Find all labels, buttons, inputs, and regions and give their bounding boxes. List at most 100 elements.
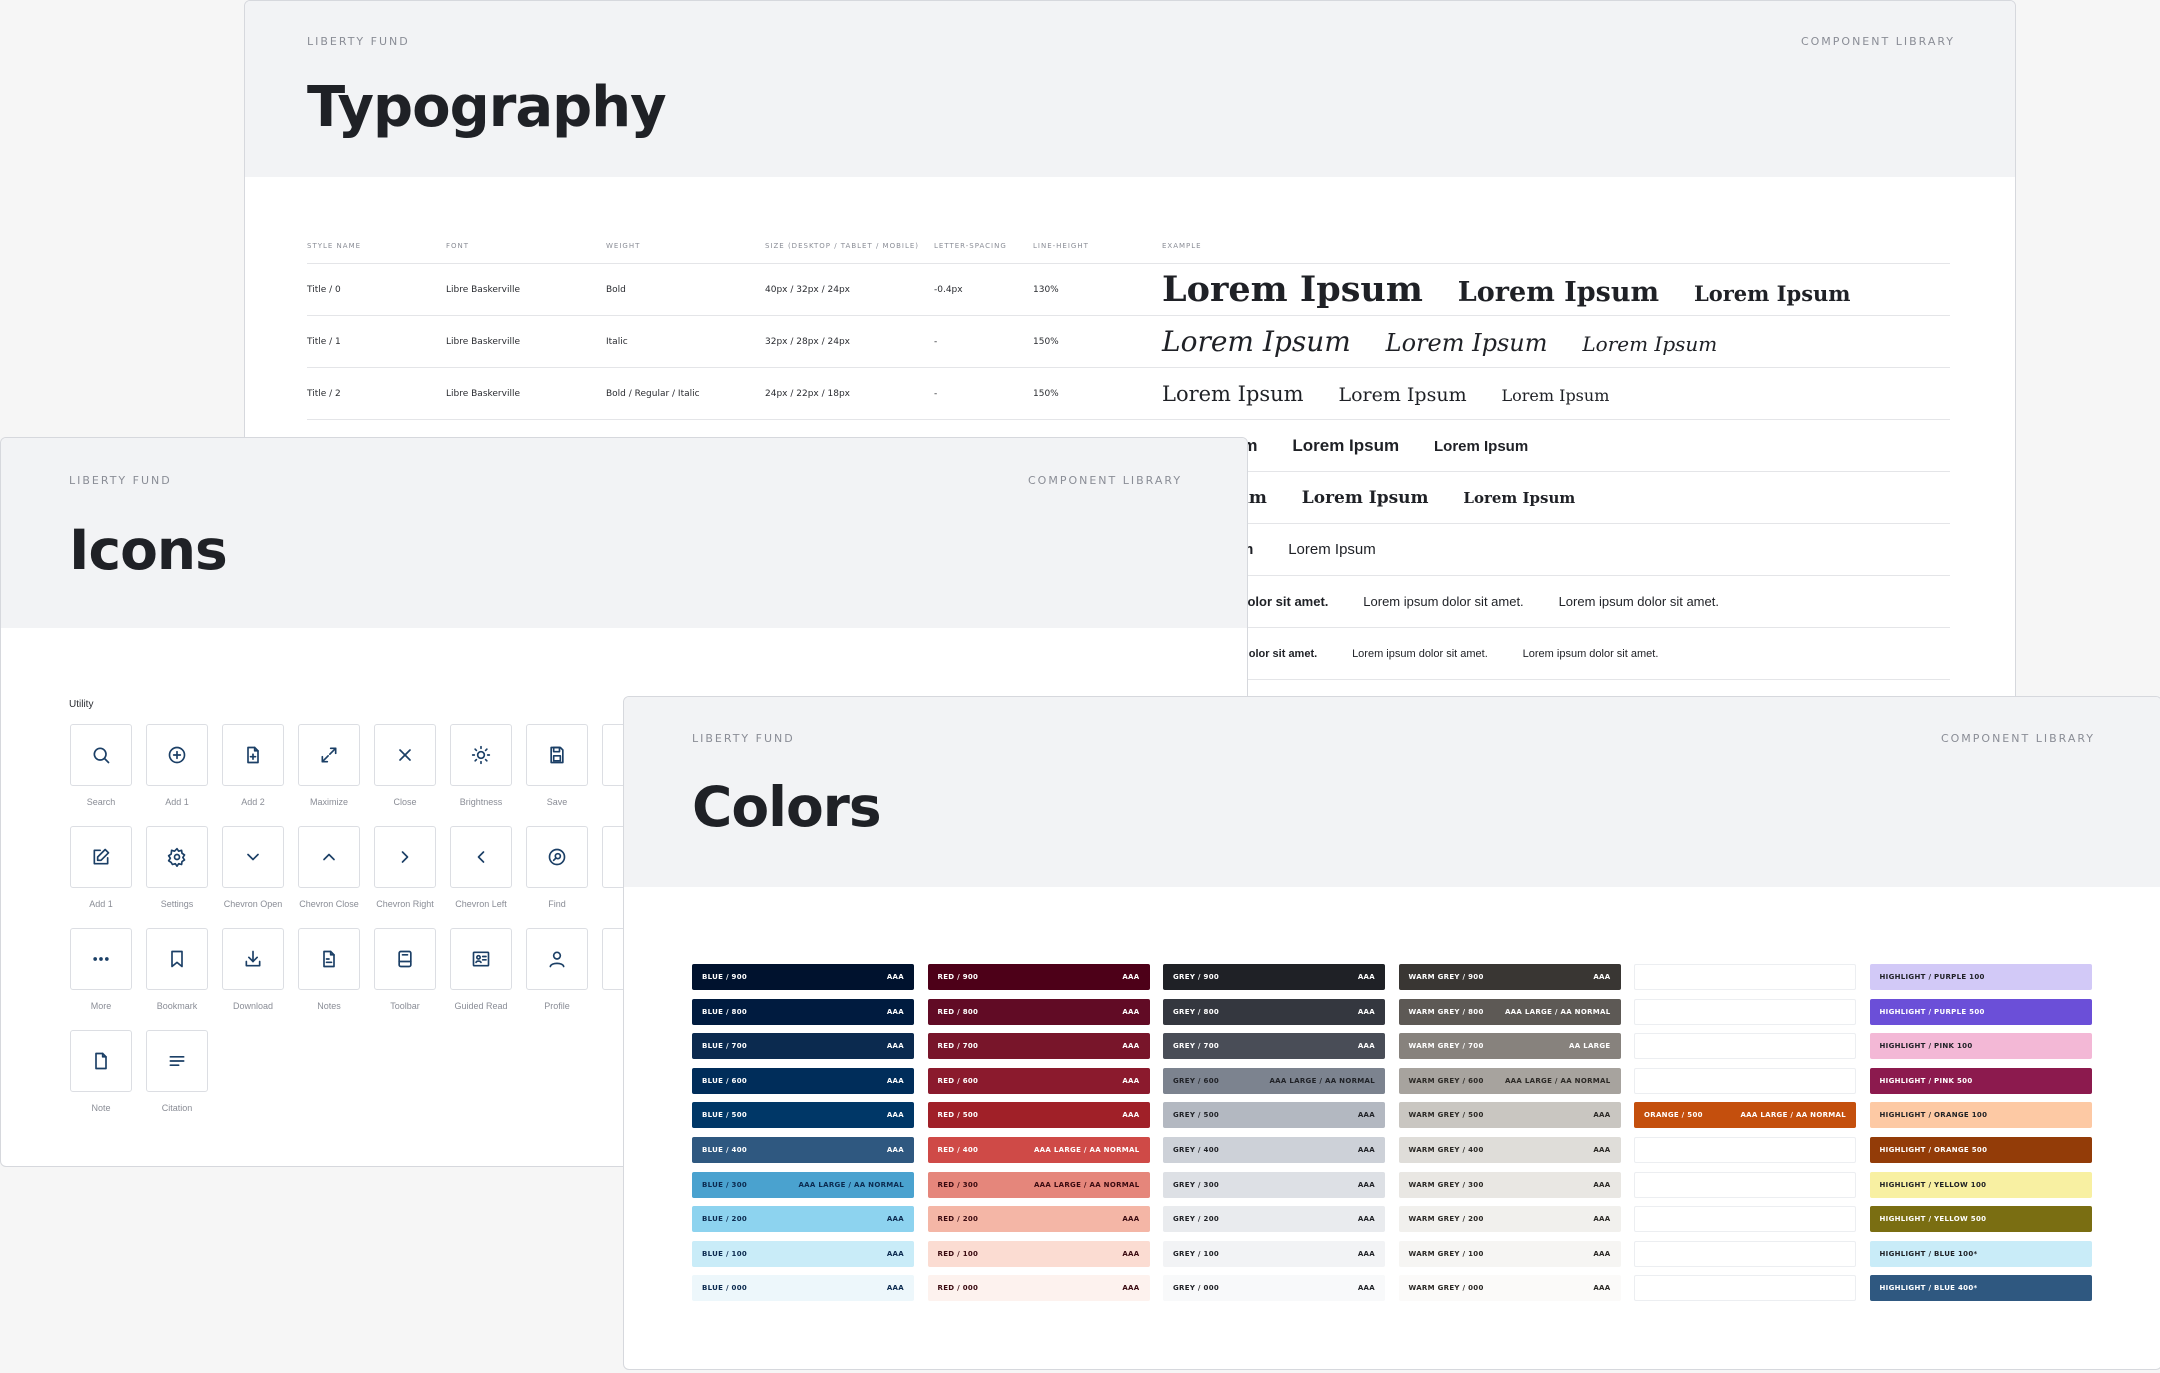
col-header: SIZE (DESKTOP / TABLET / MOBILE) [765,229,934,264]
icon-box[interactable] [526,928,588,990]
contrast-rating: AAA LARGE / AA NORMAL [798,1180,904,1189]
icon-box[interactable] [222,928,284,990]
icon-box[interactable] [70,928,132,990]
icon-tile[interactable]: Add 1 [70,826,132,909]
icon-tile[interactable]: Bookmark [146,928,208,1011]
color-swatch: BLUE / 600 AAA [692,1067,914,1094]
color-swatch: HIGHLIGHT / YELLOW 100 [1869,1171,2092,1198]
swatch-name: GREY / 700 [1173,1042,1220,1051]
icon-box[interactable] [374,724,436,786]
color-swatch: RED / 300 AAA LARGE / AA NORMAL [927,1171,1150,1198]
more-icon [93,957,109,961]
swatch-name: WARM GREY / 200 [1408,1215,1484,1224]
swatch-name: RED / 300 [937,1180,979,1189]
color-swatch: HIGHLIGHT / PURPLE 100 [1869,964,2092,990]
example-text: Lorem Ipsum [1457,277,1660,308]
maximize-icon [321,747,337,763]
typography-header: LIBERTY FUND COMPONENT LIBRARY Typograph… [245,1,2015,177]
icon-tile[interactable]: Brightness [450,724,512,807]
color-swatch: WARM GREY / 800 AAA LARGE / AA NORMAL [1398,998,1621,1025]
contrast-rating: AAA [1593,1284,1611,1293]
line-height: 150% [1033,367,1162,420]
icon-box[interactable] [146,724,208,786]
icon-tile[interactable]: Add 1 [146,724,208,807]
icon-box[interactable] [70,1030,132,1092]
swatch-name: RED / 500 [937,1111,979,1120]
swatch-name: BLUE / 400 [702,1146,748,1154]
icon-tile[interactable]: Chevron Left [450,826,512,909]
swatch-name: HIGHLIGHT / ORANGE 500 [1879,1146,1988,1154]
icon-tile[interactable]: Toolbar [374,928,436,1011]
icon-label: Search [86,797,116,807]
swatch-name: BLUE / 600 [702,1076,748,1085]
contrast-rating: AAA [1593,973,1611,981]
empty-swatch [1634,1171,1856,1198]
swatch-name: RED / 400 [937,1146,979,1154]
icon-box[interactable] [450,826,512,888]
gear-icon [167,847,186,867]
contrast-rating: AAA [1357,1249,1375,1258]
icon-label: Guided Read [454,1001,508,1011]
contrast-rating: AAA [1122,1215,1140,1224]
icon-box[interactable] [450,928,512,990]
example-text: Lorem Ipsum [1434,437,1529,455]
color-swatch: BLUE / 100 AAA [692,1240,914,1267]
icon-box[interactable] [146,1030,208,1092]
icon-label: Bookmark [156,1001,198,1011]
icon-tile[interactable]: Settings [146,826,208,909]
icon-box[interactable] [450,724,512,786]
icon-box[interactable] [374,928,436,990]
icon-box[interactable] [298,724,360,786]
citation-icon [169,1056,185,1066]
swatch-name: RED / 700 [937,1042,979,1051]
icon-box[interactable] [146,928,208,990]
icon-tile[interactable]: Chevron Right [374,826,436,909]
color-swatch: BLUE / 300 AAA LARGE / AA NORMAL [692,1171,914,1198]
icon-tile[interactable]: Find [526,826,588,909]
swatch-name: HIGHLIGHT / PURPLE 500 [1879,1007,1985,1016]
icon-box[interactable] [298,928,360,990]
icon-tile[interactable]: Download [222,928,284,1011]
font-weight: Bold [606,263,765,316]
brand-label: LIBERTY FUND [307,35,410,48]
contrast-rating: AAA [886,1146,904,1154]
contrast-rating: AAA [886,1076,904,1085]
contrast-rating: AAA [886,1111,904,1120]
icon-box[interactable] [222,826,284,888]
icon-tile[interactable]: Add 2 [222,724,284,807]
icon-tile[interactable]: Notes [298,928,360,1011]
icon-box[interactable] [298,826,360,888]
table-row: Title / 1 Libre Baskerville Italic 32px … [307,315,1950,368]
contrast-rating: AAA [1357,1180,1375,1189]
icon-tile[interactable]: Close [374,724,436,807]
icon-box[interactable] [526,826,588,888]
contrast-rating: AAA [1122,1111,1140,1120]
icon-box[interactable] [222,724,284,786]
icon-tile[interactable]: More [70,928,132,1011]
example-text: Lorem Ipsum [1162,269,1423,310]
icon-tile[interactable]: Search [70,724,132,807]
example-text: Lorem Ipsum [1693,281,1851,306]
icon-box[interactable] [70,724,132,786]
icon-box[interactable] [70,826,132,888]
icon-tile[interactable]: Save [526,724,588,807]
color-swatch: WARM GREY / 000 AAA [1398,1275,1621,1302]
style-name: Title / 2 [307,367,446,420]
chevron-up-icon [323,853,335,861]
icon-tile[interactable]: Note [70,1030,132,1113]
icon-tile[interactable]: Profile [526,928,588,1011]
search-icon [93,747,110,764]
icon-tile[interactable]: Guided Read [450,928,512,1011]
color-swatch: HIGHLIGHT / BLUE 100* [1869,1240,2092,1267]
icon-tile[interactable]: Chevron Open [222,826,284,909]
icon-tile[interactable]: Citation [146,1030,208,1113]
icon-box[interactable] [146,826,208,888]
page-title: Colors [692,775,882,839]
icon-box[interactable] [374,826,436,888]
example: dolor sit amet. Lorem ipsum dolor sit am… [1162,627,1950,680]
swatch-name: GREY / 100 [1173,1249,1220,1258]
color-swatch: RED / 500 AAA [927,1102,1150,1129]
icon-tile[interactable]: Chevron Close [298,826,360,909]
icon-tile[interactable]: Maximize [298,724,360,807]
icon-box[interactable] [526,724,588,786]
